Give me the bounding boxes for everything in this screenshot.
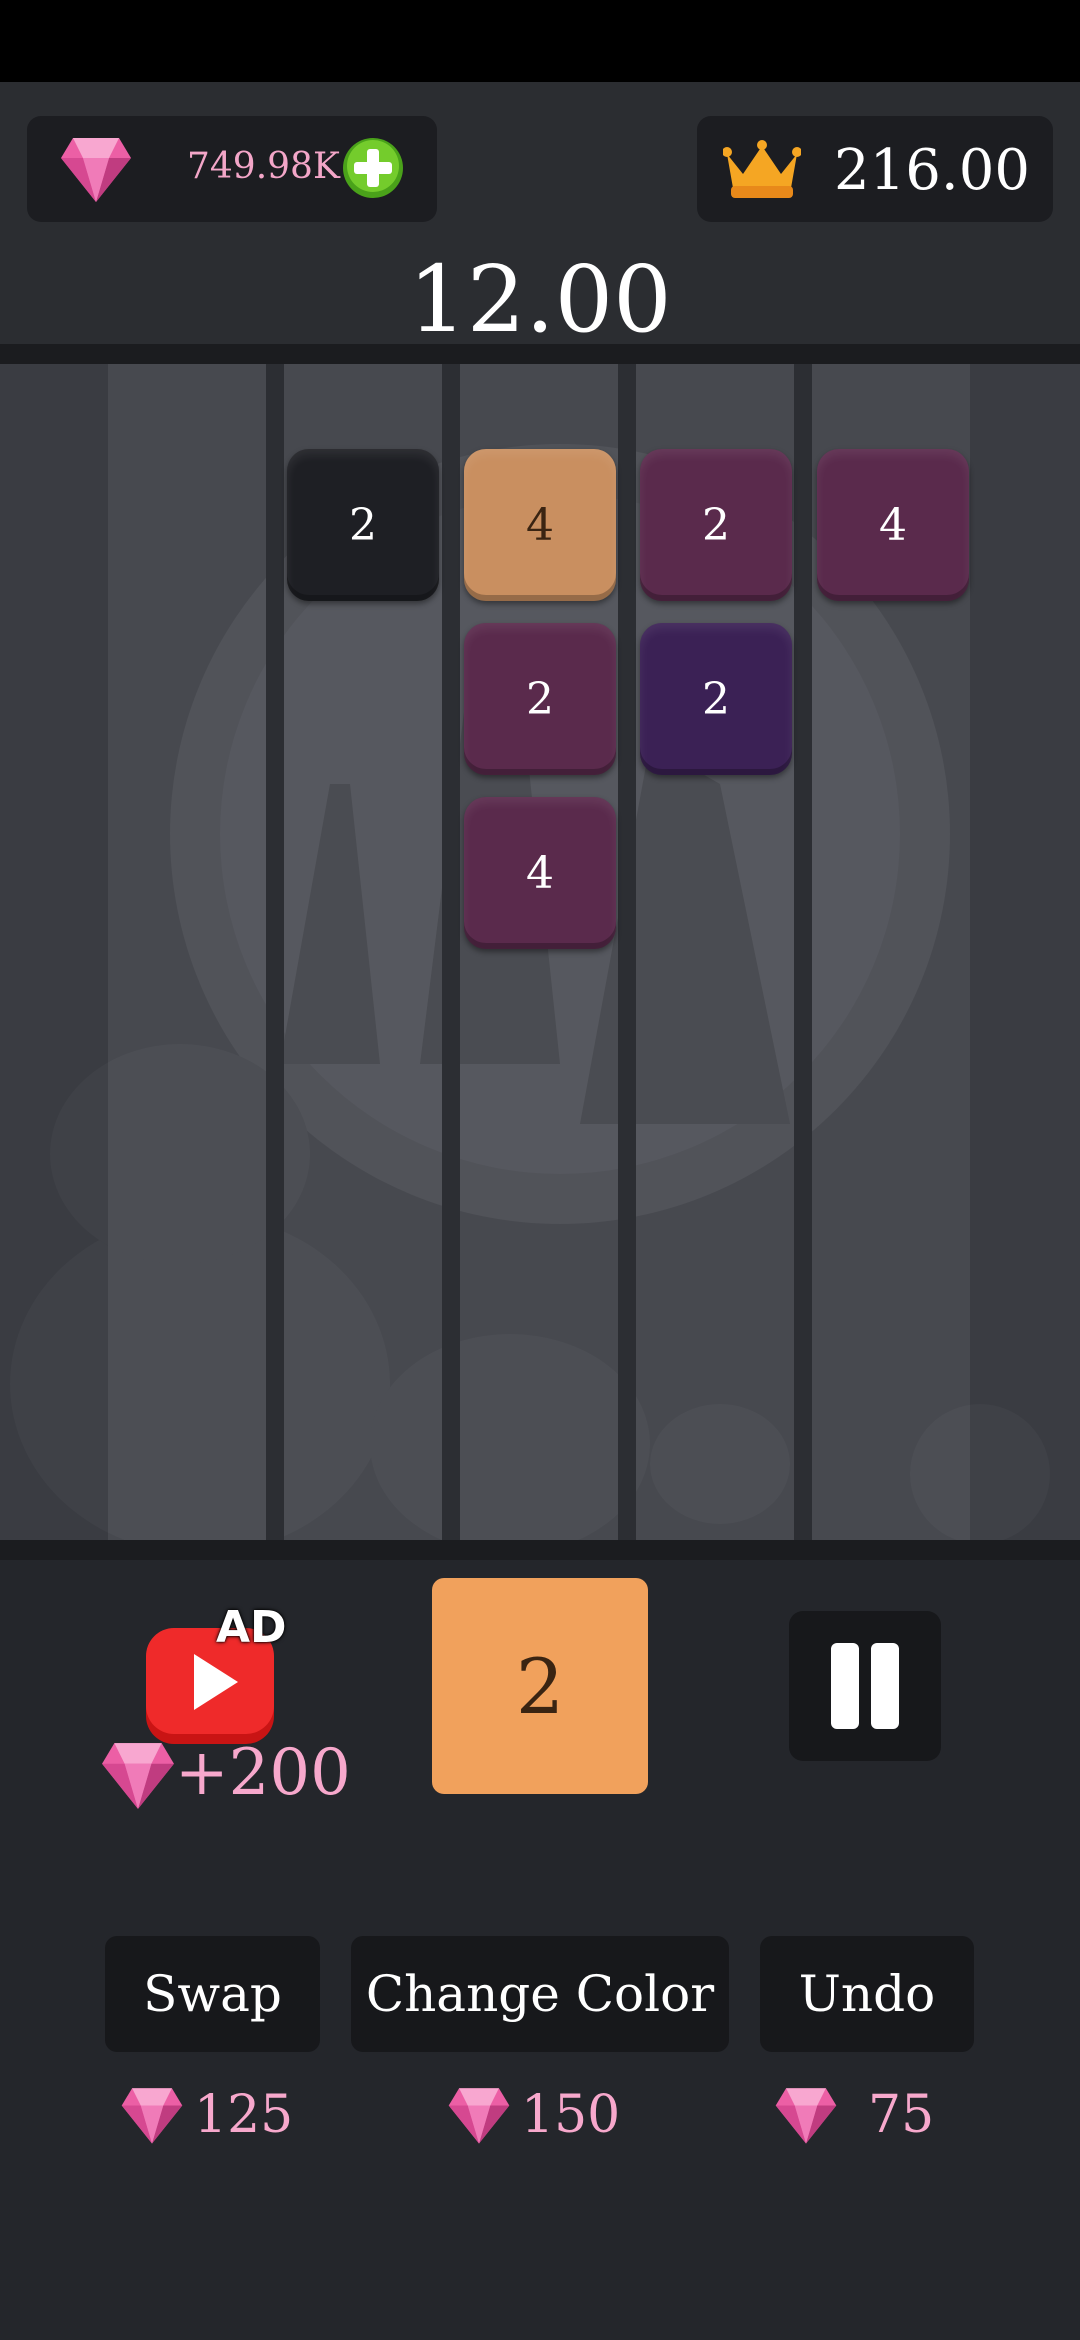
ad-reward: +200 [175, 1736, 351, 1810]
board-tile: 2 [287, 449, 439, 601]
gem-balance: 749.98K [27, 116, 437, 222]
plus-circle-icon[interactable] [341, 136, 405, 200]
change-color-button[interactable]: Change Color [351, 1936, 729, 2052]
best-score-panel: 216.00 [697, 116, 1053, 222]
board-tile: 2 [464, 623, 616, 775]
pause-button[interactable] [789, 1611, 941, 1761]
crown-icon [723, 140, 801, 198]
next-tile: 2 [432, 1578, 648, 1794]
best-score: 216.00 [834, 138, 1030, 203]
board-top-border [0, 344, 1080, 364]
status-bar [0, 0, 1080, 82]
ad-badge: AD [216, 1602, 287, 1653]
gem-icon [61, 138, 131, 202]
board-tile: 2 [640, 449, 792, 601]
gem-icon [448, 2088, 510, 2144]
gem-icon [102, 1743, 174, 1809]
swap-cost-value: 125 [194, 2085, 294, 2145]
change-color-cost-value: 150 [521, 2085, 621, 2145]
board-tile: 4 [464, 449, 616, 601]
undo-button[interactable]: Undo [760, 1936, 974, 2052]
undo-cost: 75 [774, 2080, 934, 2150]
swap-cost: 125 [120, 2080, 293, 2150]
current-score: 12.00 [408, 246, 672, 353]
game-board[interactable]: 2424224 [0, 364, 1080, 1540]
swap-button[interactable]: Swap [105, 1936, 320, 2052]
gem-icon [121, 2088, 183, 2144]
column-divider [266, 364, 284, 1540]
column-divider [794, 364, 812, 1540]
board-tile: 4 [464, 797, 616, 949]
board-bottom-border [0, 1540, 1080, 1560]
board-tile: 2 [640, 623, 792, 775]
column-divider [618, 364, 636, 1540]
gem-icon [775, 2088, 837, 2144]
undo-cost-value: 75 [868, 2085, 935, 2145]
gem-count: 749.98K [187, 146, 340, 187]
column-divider [442, 364, 460, 1540]
board-tile: 4 [817, 449, 969, 601]
change-color-cost: 150 [447, 2080, 620, 2150]
column-lane[interactable] [108, 364, 266, 1540]
